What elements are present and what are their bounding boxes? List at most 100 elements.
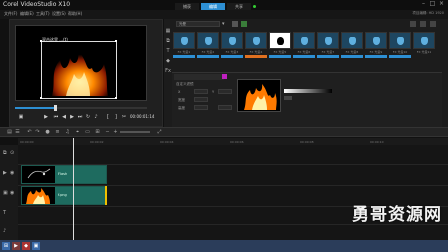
next-frame-icon[interactable]: ▶: [68, 114, 76, 120]
music-track-icon[interactable]: ♪: [3, 228, 9, 234]
undo-icon[interactable]: ↶: [26, 129, 33, 135]
gradient-slider[interactable]: [284, 89, 332, 93]
video-track-icon[interactable]: ▶: [3, 170, 9, 176]
menu-edit[interactable]: 编辑(E): [20, 11, 34, 17]
view-icon[interactable]: [410, 21, 416, 27]
filter-icon[interactable]: Fx: [165, 68, 171, 74]
library-thumbnail[interactable]: [389, 32, 411, 49]
tab-edit[interactable]: 编辑: [201, 3, 225, 10]
playhead[interactable]: [73, 138, 74, 240]
auto-music-icon[interactable]: ♫: [64, 129, 71, 135]
library-thumbnail[interactable]: [317, 32, 339, 49]
gradient-stop[interactable]: [284, 96, 292, 100]
minimize-icon[interactable]: –: [420, 1, 427, 7]
start-icon[interactable]: ⊞: [2, 242, 10, 250]
zoom-in-icon[interactable]: +: [112, 129, 119, 135]
settings-icon[interactable]: [430, 21, 436, 27]
taskbar-app-icon[interactable]: ▶: [12, 242, 20, 250]
cut-icon[interactable]: ✂: [120, 114, 128, 120]
zoom-slider[interactable]: [120, 131, 150, 133]
prev-frame-icon[interactable]: ◀: [60, 114, 68, 120]
motion-tracking-icon[interactable]: ⌖: [74, 129, 81, 135]
menu-settings[interactable]: 设置(S): [52, 11, 66, 17]
prop-field-width[interactable]: [194, 97, 208, 102]
graphics-icon[interactable]: ◆: [165, 58, 171, 64]
resize-handle[interactable]: [40, 97, 42, 99]
clip-trim-handle[interactable]: [105, 186, 107, 205]
sort-icon[interactable]: [420, 21, 426, 27]
effect-icon: [373, 37, 380, 45]
redo-icon[interactable]: ↷: [34, 129, 41, 135]
track-visible-icon[interactable]: ◉: [10, 170, 16, 176]
title-track-icon[interactable]: T: [3, 210, 9, 216]
resize-handle[interactable]: [115, 97, 117, 99]
mixer-icon[interactable]: ≡: [54, 129, 61, 135]
timecode[interactable]: 00:00:01:14: [130, 114, 154, 119]
media-icon[interactable]: ▦: [165, 28, 171, 34]
timeline-clip[interactable]: Flash: [21, 165, 107, 184]
library-thumbnail[interactable]: [197, 32, 219, 49]
taskbar-app-icon[interactable]: ▣: [32, 242, 40, 250]
tab-share[interactable]: 共享: [227, 3, 251, 10]
accent-swatch[interactable]: [222, 74, 227, 79]
storyboard-view-icon[interactable]: ▤: [6, 129, 13, 135]
library-thumbnail[interactable]: [173, 32, 195, 49]
track-lock-icon[interactable]: ⧉: [3, 150, 9, 156]
close-icon[interactable]: ×: [438, 1, 445, 7]
zoom-out-icon[interactable]: −: [104, 129, 111, 135]
library-dropdown[interactable]: 光晕: [176, 21, 220, 27]
title-overlay-text[interactable]: 双击这里 ...(t): [42, 37, 68, 43]
track-visible-icon[interactable]: ◉: [10, 190, 16, 196]
chevron-down-icon[interactable]: ▾: [222, 21, 228, 27]
tab-capture[interactable]: 捕获: [175, 3, 199, 10]
multicam-icon[interactable]: ⊞: [94, 129, 101, 135]
prop-field-x[interactable]: [194, 89, 208, 94]
resize-handle[interactable]: [40, 40, 42, 42]
volume-icon[interactable]: ♪: [92, 114, 100, 120]
title-icon[interactable]: T: [165, 48, 171, 54]
scrubber-handle[interactable]: [54, 105, 57, 111]
browse-icon[interactable]: [241, 21, 247, 27]
library-thumbnail[interactable]: [365, 32, 387, 49]
project-mode-icon[interactable]: ▣: [17, 114, 25, 120]
resize-handle[interactable]: [115, 40, 117, 42]
project-info: 项目编辑: HD 1920: [412, 11, 444, 15]
mark-in-icon[interactable]: [: [104, 114, 112, 120]
play-icon[interactable]: ▶: [42, 114, 50, 120]
timeline-clip[interactable]: f.png: [21, 186, 107, 205]
taskbar: [0, 240, 448, 252]
scrubber-progress: [15, 107, 55, 109]
track-toggle-icon[interactable]: ⊙: [10, 150, 16, 156]
folder-icon[interactable]: [232, 21, 238, 27]
library-thumbnail[interactable]: [341, 32, 363, 49]
menu-help[interactable]: 帮助(H): [68, 11, 82, 17]
library-thumbnail[interactable]: [245, 32, 267, 49]
home-icon[interactable]: ⏮: [52, 114, 60, 120]
maximize-icon[interactable]: □: [429, 1, 436, 7]
prop-label-y: Y: [212, 90, 215, 94]
section-label: 自定义滤镜: [176, 82, 194, 86]
category-color-bar: [173, 55, 195, 58]
library-thumbnail[interactable]: [269, 32, 291, 49]
mark-out-icon[interactable]: ]: [112, 114, 120, 120]
menu-file[interactable]: 文件(F): [4, 11, 17, 17]
library-thumbnail[interactable]: [293, 32, 315, 49]
prop-field-extra[interactable]: [218, 105, 232, 110]
overlay-clip[interactable]: [41, 41, 117, 99]
library-thumbnail[interactable]: [221, 32, 243, 49]
fit-project-icon[interactable]: ⤢: [156, 129, 163, 135]
library-thumbnail[interactable]: [413, 32, 435, 49]
timeline-view-icon[interactable]: ☰: [14, 129, 21, 135]
end-icon[interactable]: ⏭: [76, 114, 84, 120]
prop-field-height[interactable]: [194, 105, 208, 110]
subtitle-icon[interactable]: ▭: [84, 129, 91, 135]
overlay-track-icon[interactable]: ▣: [3, 190, 9, 196]
transition-icon[interactable]: ⧉: [165, 38, 171, 44]
prop-field-y[interactable]: [218, 89, 232, 94]
effect-icon: [421, 37, 428, 45]
fire-clip-thumb: [26, 188, 50, 204]
record-icon[interactable]: ●: [44, 129, 51, 135]
taskbar-app-icon[interactable]: ◆: [22, 242, 30, 250]
repeat-icon[interactable]: ↻: [84, 114, 92, 120]
menu-tools[interactable]: 工具(T): [36, 11, 50, 17]
